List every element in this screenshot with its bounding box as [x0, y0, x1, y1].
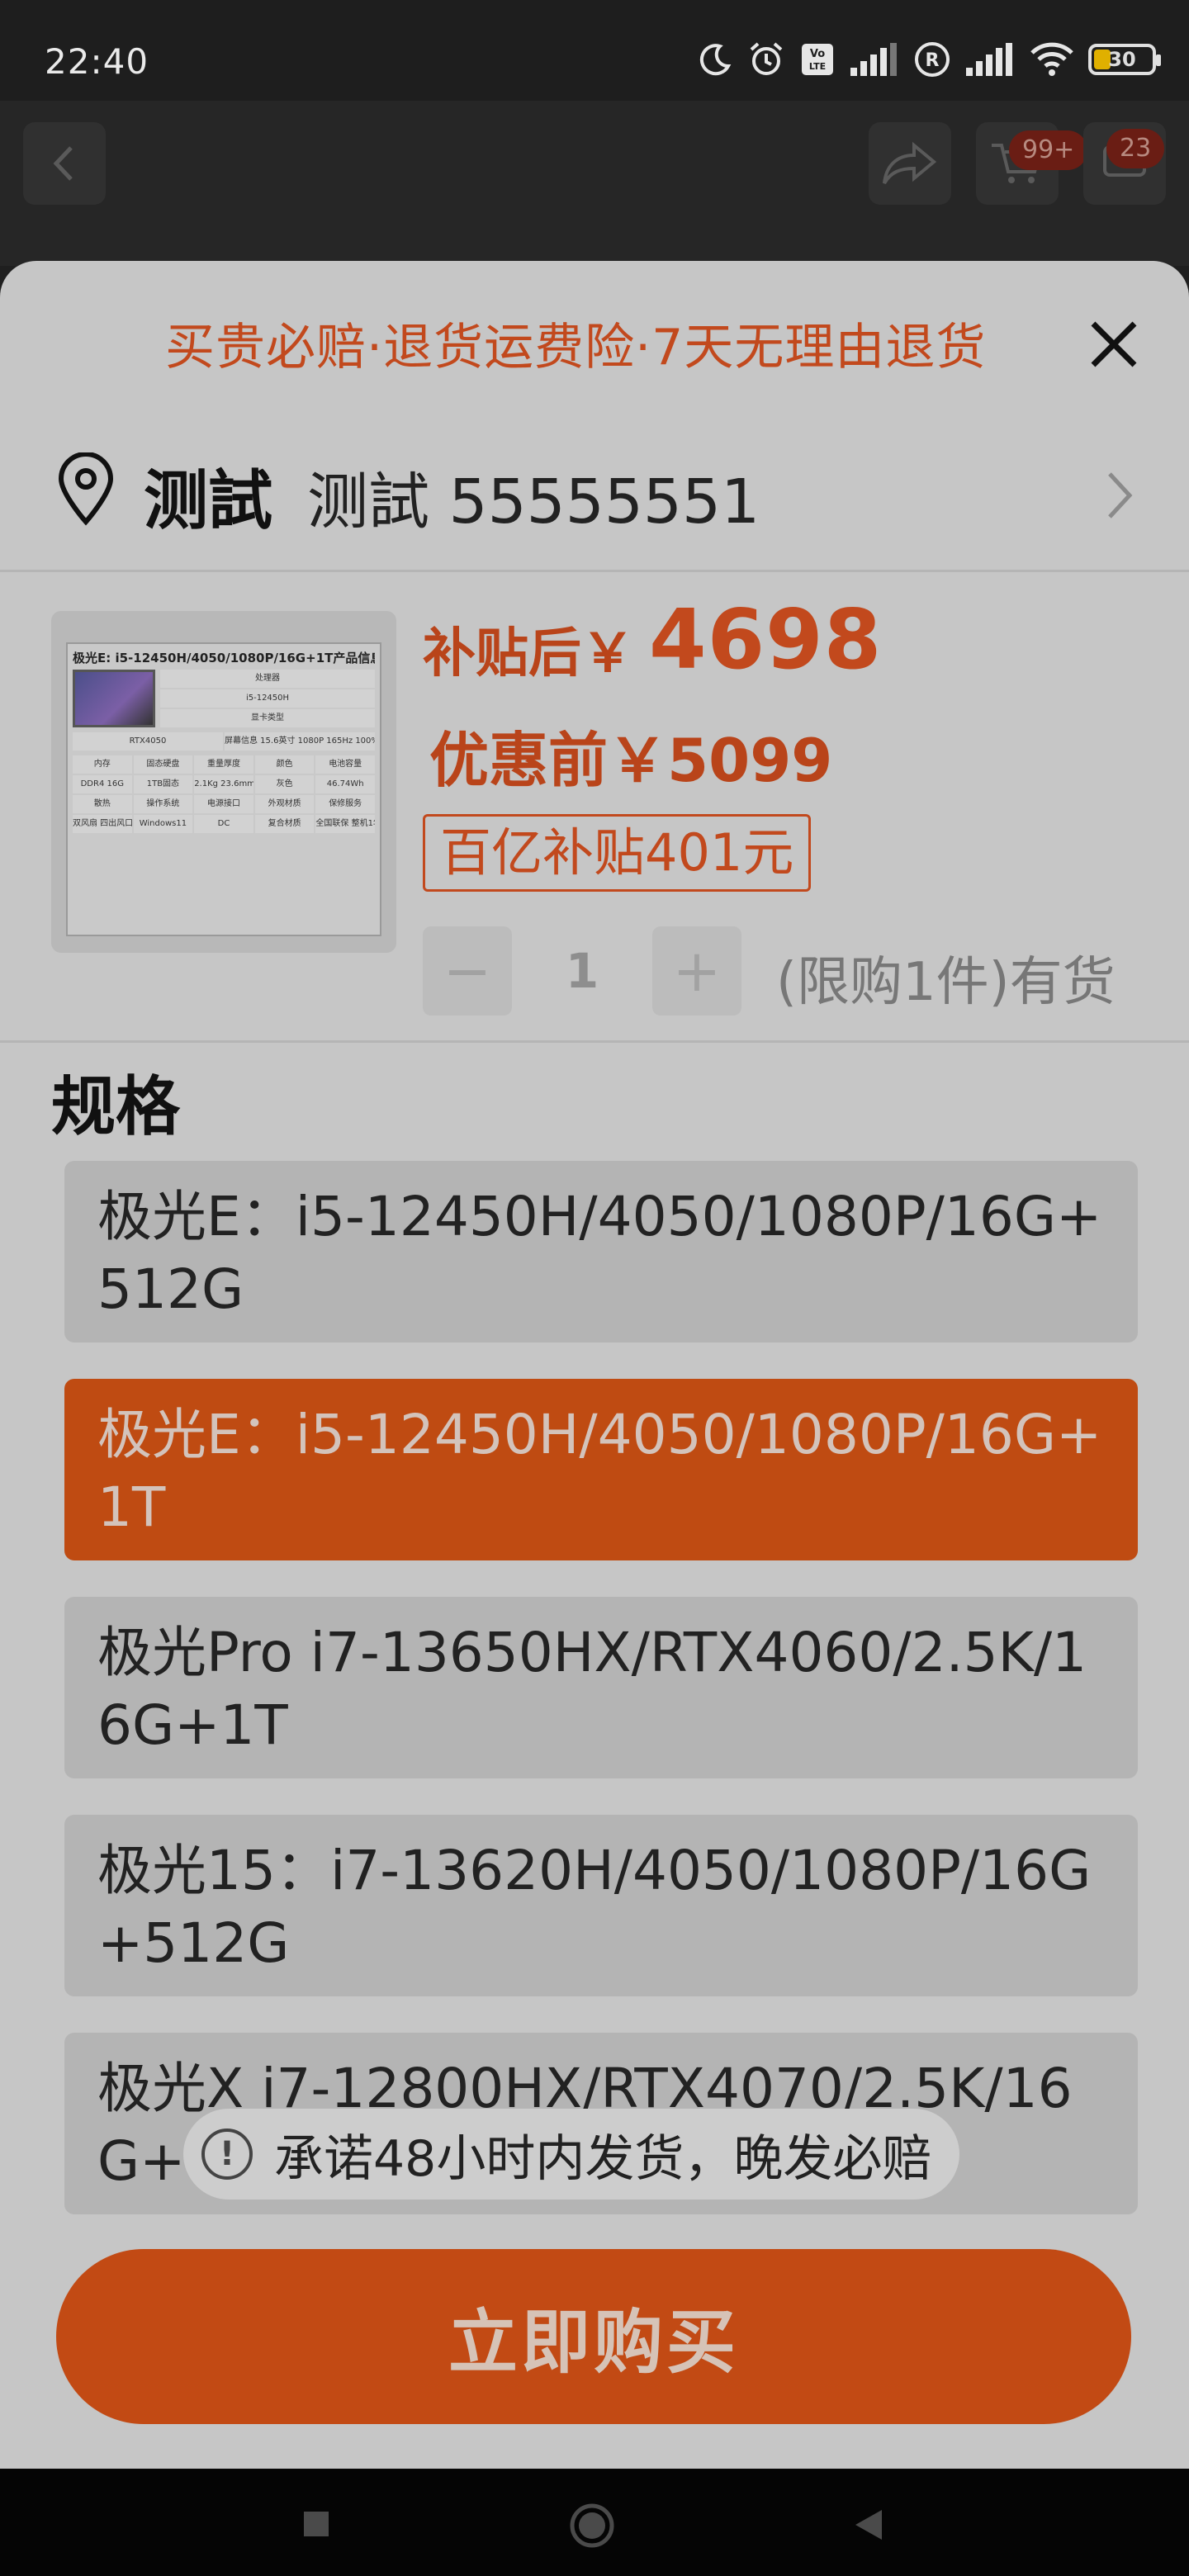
- price-label: 补贴后￥: [423, 623, 634, 684]
- address-name: 测試: [144, 464, 273, 538]
- thumb-cell: 外观材质: [254, 795, 315, 813]
- thumb-cell: DDR4 16G: [73, 775, 132, 793]
- wifi-icon: [1029, 41, 1075, 78]
- buy-now-button[interactable]: 立即购买: [56, 2249, 1131, 2424]
- status-bar: 22:40 Vo LTE R 30: [0, 0, 1189, 101]
- battery-level: 30: [1108, 48, 1136, 71]
- thumb-cell: DC: [194, 815, 253, 833]
- signal-icon: [964, 41, 1016, 78]
- thumb-spec: 屏幕信息 15.6英寸 1080P 165Hz 100%sRGB色域: [225, 732, 375, 751]
- decrease-button[interactable]: −: [423, 926, 512, 1016]
- spec-option[interactable]: 极光E：i5-12450H/4050/1080P/16G+512G: [64, 1161, 1138, 1342]
- shipping-toast: ! 承诺48小时内发货，晚发必赔: [183, 2109, 960, 2200]
- svg-text:R: R: [926, 50, 940, 71]
- status-icons: Vo LTE R 30: [697, 36, 1161, 83]
- thumb-cell: 46.74Wh: [315, 775, 375, 793]
- thumb-spec: 显卡类型: [160, 709, 375, 727]
- registered-icon: R: [913, 40, 951, 78]
- thumb-cell: 操作系统: [133, 795, 193, 813]
- back-nav-icon[interactable]: [852, 2507, 885, 2543]
- signal-icon: [849, 41, 900, 78]
- product-thumbnail[interactable]: 极光E: i5-12450H/4050/1080P/16G+1T产品信息 处理器…: [51, 611, 396, 953]
- home-icon[interactable]: [568, 2502, 616, 2550]
- volte-icon: Vo LTE: [799, 41, 836, 78]
- cart-badge: 99+: [1009, 130, 1088, 170]
- original-price: 优惠前￥5099: [429, 726, 833, 795]
- top-nav: 99+ 23: [0, 101, 1189, 266]
- moon-icon: [697, 41, 733, 78]
- toast-text: 承诺48小时内发货，晚发必赔: [274, 2129, 932, 2188]
- subsidy-badge: 百亿补贴401元: [423, 814, 812, 892]
- thumb-cell: 保修服务: [315, 795, 375, 813]
- thumb-cell: 固态硬盘: [133, 755, 193, 774]
- thumb-cell: 1TB固态: [133, 775, 193, 793]
- thumb-cell: 2.1Kg 23.6mm: [194, 775, 253, 793]
- info-icon: !: [201, 2129, 253, 2180]
- quantity-value[interactable]: 1: [512, 943, 652, 999]
- laptop-image: [73, 670, 155, 727]
- thumb-cell: 复合材质: [254, 815, 315, 833]
- thumb-title: 极光E: i5-12450H/4050/1080P/16G+1T产品信息: [73, 651, 375, 665]
- product-sku-page: 22:40 Vo LTE R 30 99+ 23 买贵必赔·退货运费险·7天无理…: [0, 0, 1189, 2576]
- spec-section-title: 规格: [51, 1070, 181, 1144]
- thumb-spec: i5-12450H: [160, 689, 375, 708]
- subsidized-price: 4698: [649, 591, 883, 688]
- divider: [0, 1040, 1189, 1043]
- thumb-spec: RTX4050: [73, 732, 223, 751]
- message-badge: 23: [1106, 129, 1165, 168]
- spec-option[interactable]: 极光15：i7-13620H/4050/1080P/16G+512G: [64, 1815, 1138, 1996]
- thumb-cell: 散热: [73, 795, 132, 813]
- thumb-spec: 处理器: [160, 670, 375, 688]
- thumb-cell: 颜色: [254, 755, 315, 774]
- svg-text:Vo: Vo: [810, 48, 825, 60]
- chevron-right-icon: [1108, 472, 1133, 519]
- service-banner: 买贵必赔·退货运费险·7天无理由退货: [165, 319, 987, 376]
- chevron-left-icon: [53, 146, 73, 181]
- svg-text:LTE: LTE: [809, 61, 826, 72]
- divider: [0, 570, 1189, 572]
- thumb-cell: 全国联保 整机1年 主要部件2年: [315, 815, 375, 833]
- thumb-cell: 重量厚度: [194, 755, 253, 774]
- thumb-cell: Windows11: [133, 815, 193, 833]
- back-button[interactable]: [23, 122, 106, 205]
- battery-icon: 30: [1088, 44, 1161, 75]
- share-button[interactable]: [869, 122, 951, 205]
- recents-icon[interactable]: [302, 2510, 330, 2538]
- thumb-cell: 内存: [73, 755, 132, 774]
- system-nav-bar: [0, 2469, 1189, 2576]
- thumb-cell: 灰色: [254, 775, 315, 793]
- thumb-cell: 电池容量: [315, 755, 375, 774]
- spec-list: 极光E：i5-12450H/4050/1080P/16G+512G 极光E：i5…: [64, 1161, 1138, 2251]
- close-icon[interactable]: [1087, 317, 1141, 372]
- quantity-stepper: − 1 +: [423, 926, 741, 1016]
- thumb-cell: 电源接口: [194, 795, 253, 813]
- spec-option[interactable]: 极光Pro i7-13650HX/RTX4060/2.5K/16G+1T: [64, 1597, 1138, 1778]
- status-time: 22:40: [45, 41, 149, 82]
- thumb-cell: 双风扇 四出风口: [73, 815, 132, 833]
- stock-status: (限购1件)有货: [776, 952, 1116, 1013]
- spec-option-selected[interactable]: 极光E：i5-12450H/4050/1080P/16G+1T: [64, 1379, 1138, 1560]
- address-row[interactable]: 测試 测試 55555551: [0, 426, 1189, 566]
- location-pin-icon: [58, 452, 114, 526]
- alarm-icon: [746, 40, 786, 79]
- share-icon: [883, 141, 937, 185]
- increase-button[interactable]: +: [652, 926, 741, 1016]
- address-detail: 测試 55555551: [307, 466, 760, 537]
